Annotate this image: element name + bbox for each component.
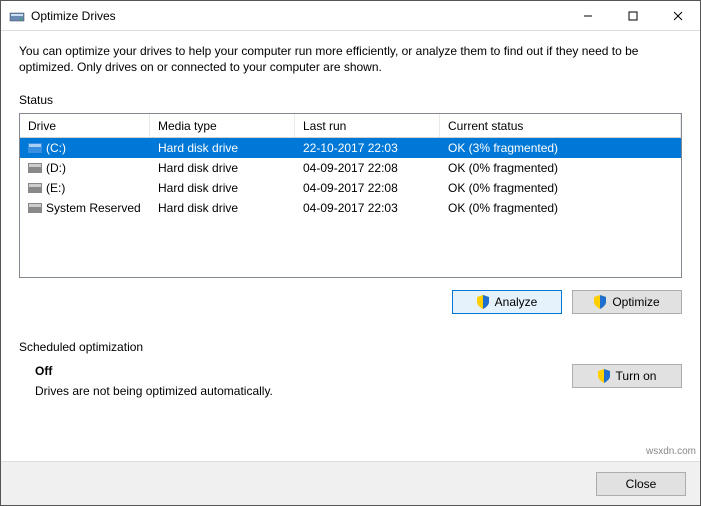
list-header: Drive Media type Last run Current status (20, 114, 681, 138)
table-row[interactable]: (D:) Hard disk drive04-09-2017 22:08OK (0… (20, 158, 681, 178)
status-cell: OK (0% fragmented) (440, 161, 681, 175)
media-cell: Hard disk drive (150, 181, 295, 195)
col-status[interactable]: Current status (440, 114, 681, 137)
media-cell: Hard disk drive (150, 201, 295, 215)
description-text: You can optimize your drives to help you… (19, 43, 682, 75)
schedule-row: Off Drives are not being optimized autom… (19, 364, 682, 398)
minimize-button[interactable] (565, 1, 610, 30)
schedule-state: Off (35, 364, 572, 378)
watermark: wsxdn.com (646, 446, 696, 457)
drive-list[interactable]: Drive Media type Last run Current status… (19, 113, 682, 278)
optimize-label: Optimize (612, 295, 659, 309)
table-row[interactable]: (C:) Hard disk drive22-10-2017 22:03OK (3… (20, 138, 681, 158)
lastrun-cell: 04-09-2017 22:03 (295, 201, 440, 215)
drive-cell: (D:) (20, 161, 150, 175)
lastrun-cell: 22-10-2017 22:03 (295, 141, 440, 155)
status-cell: OK (0% fragmented) (440, 181, 681, 195)
drive-cell: (E:) (20, 181, 150, 195)
media-cell: Hard disk drive (150, 141, 295, 155)
drive-name: (E:) (46, 181, 65, 195)
app-icon (9, 8, 25, 24)
titlebar: Optimize Drives (1, 1, 700, 31)
close-label: Close (626, 477, 657, 491)
analyze-button[interactable]: Analyze (452, 290, 562, 314)
lastrun-cell: 04-09-2017 22:08 (295, 161, 440, 175)
schedule-desc: Drives are not being optimized automatic… (35, 384, 572, 398)
schedule-label: Scheduled optimization (19, 340, 682, 354)
shield-icon (477, 295, 489, 309)
col-media[interactable]: Media type (150, 114, 295, 137)
turn-on-button[interactable]: Turn on (572, 364, 682, 388)
optimize-button[interactable]: Optimize (572, 290, 682, 314)
media-cell: Hard disk drive (150, 161, 295, 175)
drive-name: System Reserved (46, 201, 141, 215)
drive-cell: System Reserved (20, 201, 150, 215)
content-area: You can optimize your drives to help you… (1, 31, 700, 461)
col-last[interactable]: Last run (295, 114, 440, 137)
window-title: Optimize Drives (31, 9, 565, 23)
drive-icon (28, 183, 42, 193)
drive-icon (28, 143, 42, 153)
drive-name: (C:) (46, 141, 66, 155)
window-controls (565, 1, 700, 30)
close-dialog-button[interactable]: Close (596, 472, 686, 496)
status-cell: OK (3% fragmented) (440, 141, 681, 155)
schedule-text: Off Drives are not being optimized autom… (19, 364, 572, 398)
close-button[interactable] (655, 1, 700, 30)
drive-icon (28, 163, 42, 173)
action-buttons: Analyze Optimize (19, 290, 682, 314)
table-row[interactable]: System Reserved Hard disk drive04-09-2017… (20, 198, 681, 218)
table-row[interactable]: (E:) Hard disk drive04-09-2017 22:08OK (0… (20, 178, 681, 198)
status-label: Status (19, 93, 682, 107)
drive-icon (28, 203, 42, 213)
footer: Close (1, 461, 700, 505)
optimize-drives-window: Optimize Drives You can optimize your dr… (0, 0, 701, 506)
maximize-button[interactable] (610, 1, 655, 30)
drive-name: (D:) (46, 161, 66, 175)
status-cell: OK (0% fragmented) (440, 201, 681, 215)
col-drive[interactable]: Drive (20, 114, 150, 137)
analyze-label: Analyze (495, 295, 538, 309)
shield-icon (594, 295, 606, 309)
turn-on-label: Turn on (616, 369, 657, 383)
shield-icon (598, 369, 610, 383)
lastrun-cell: 04-09-2017 22:08 (295, 181, 440, 195)
drive-cell: (C:) (20, 141, 150, 155)
